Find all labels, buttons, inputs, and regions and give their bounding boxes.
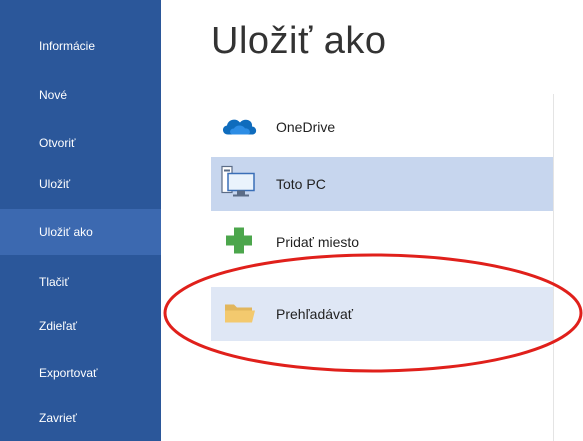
location-onedrive[interactable]: OneDrive: [211, 100, 553, 154]
location-label: Prehľadávať: [276, 306, 354, 322]
nav-item-label: Informácie: [39, 39, 96, 53]
nav-item-open[interactable]: Otvoriť: [0, 120, 161, 166]
backstage-sidebar: Informácie Nové Otvoriť Uložiť Uložiť ak…: [0, 0, 161, 441]
onedrive-cloud-icon: [219, 113, 259, 142]
folder-icon: [219, 299, 259, 330]
nav-item-label: Uložiť ako: [39, 225, 93, 239]
nav-item-label: Zdieľať: [39, 319, 78, 333]
nav-item-export[interactable]: Exportovať: [0, 350, 161, 396]
location-label: Pridať miesto: [276, 234, 360, 250]
page-title: Uložiť ako: [211, 20, 387, 62]
computer-icon: [219, 165, 259, 204]
nav-item-new[interactable]: Nové: [0, 72, 161, 118]
plus-icon: [219, 225, 259, 260]
location-this-pc[interactable]: Toto PC: [211, 157, 553, 211]
location-add-place[interactable]: Pridať miesto: [211, 215, 553, 269]
nav-item-label: Nové: [39, 88, 68, 102]
nav-item-save-as[interactable]: Uložiť ako: [0, 209, 161, 255]
nav-item-label: Tlačiť: [39, 275, 69, 289]
nav-item-info[interactable]: Informácie: [0, 23, 161, 69]
nav-item-label: Otvoriť: [39, 136, 76, 150]
nav-item-print[interactable]: Tlačiť: [0, 259, 161, 305]
location-label: OneDrive: [276, 119, 336, 135]
column-divider: [553, 94, 554, 441]
nav-item-share[interactable]: Zdieľať: [0, 303, 161, 349]
nav-item-label: Uložiť: [39, 177, 71, 191]
nav-item-label: Zavrieť: [39, 411, 77, 425]
nav-item-close[interactable]: Zavrieť: [0, 395, 161, 441]
nav-item-save[interactable]: Uložiť: [0, 161, 161, 207]
nav-item-label: Exportovať: [39, 366, 98, 380]
location-label: Toto PC: [276, 176, 326, 192]
location-browse[interactable]: Prehľadávať: [211, 287, 553, 341]
